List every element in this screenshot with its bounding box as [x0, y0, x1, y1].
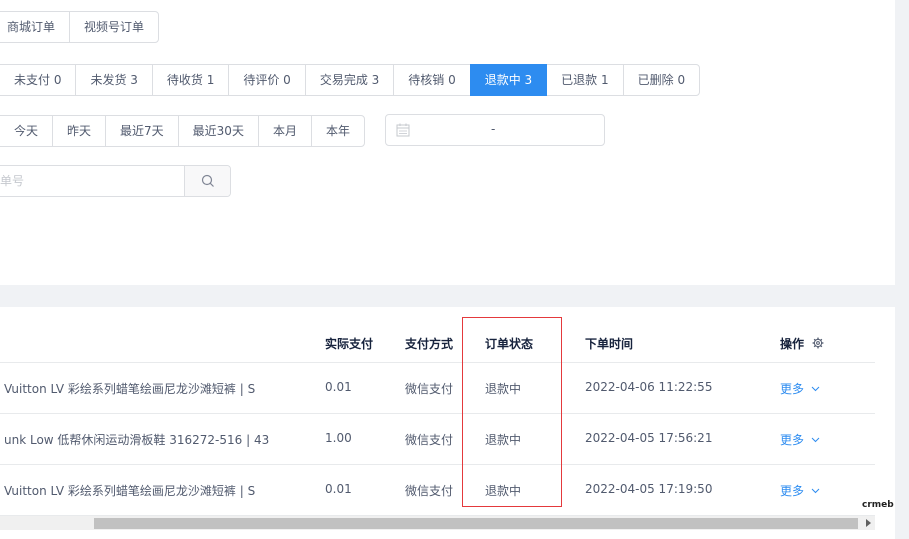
tab-mall-orders[interactable]: 商城订单 [0, 11, 71, 43]
chevron-down-icon [811, 437, 820, 443]
order-time: 2022-04-06 11:22:55 [585, 380, 713, 394]
actual-payment: 1.00 [325, 431, 352, 445]
date-today[interactable]: 今天 [0, 115, 54, 147]
filter-panel: 商城订单 视频号订单 未支付 0 未发货 3 待收货 1 待评价 0 交易完成 … [0, 0, 895, 285]
actual-payment: 0.01 [325, 482, 352, 496]
date-yesterday[interactable]: 昨天 [52, 115, 107, 147]
chevron-down-icon [811, 386, 820, 392]
product-name: Vuitton LV 彩绘系列蜡笔绘画尼龙沙滩短裤 | S [4, 484, 256, 498]
more-actions-dropdown[interactable]: 更多 [780, 380, 820, 397]
order-status: 退款中 [485, 484, 522, 498]
calendar-icon [396, 123, 410, 137]
table-row: Vuitton LV 彩绘系列蜡笔绘画尼龙沙滩短裤 | S 0.01 微信支付 … [0, 363, 875, 414]
order-time: 2022-04-05 17:19:50 [585, 482, 713, 496]
tab-refunded[interactable]: 已退款 1 [546, 64, 624, 96]
tab-unshipped[interactable]: 未发货 3 [75, 64, 153, 96]
header-order-time: 下单时间 [585, 337, 634, 351]
tab-deleted[interactable]: 已删除 0 [622, 64, 701, 96]
crmeb-logo: crmeb [862, 500, 894, 510]
header-actions: 操作 [780, 335, 824, 352]
date-last-30-days[interactable]: 最近30天 [177, 115, 259, 147]
date-this-year[interactable]: 本年 [310, 115, 365, 147]
table-row: Vuitton LV 彩绘系列蜡笔绘画尼龙沙滩短裤 | S 0.01 微信支付 … [0, 465, 875, 516]
tab-to-verify[interactable]: 待核销 0 [393, 64, 471, 96]
tab-to-review[interactable]: 待评价 0 [228, 64, 306, 96]
scrollbar-thumb[interactable] [94, 518, 858, 529]
actual-payment: 0.01 [325, 380, 352, 394]
tab-to-receive[interactable]: 待收货 1 [151, 64, 230, 96]
product-name: unk Low 低帮休闲运动滑板鞋 316272-516 | 43 [4, 433, 270, 447]
date-range-picker[interactable]: - [385, 114, 605, 146]
payment-method: 微信支付 [405, 382, 454, 396]
header-order-status: 订单状态 [485, 337, 534, 351]
date-quick-tabs: 今天 昨天 最近7天 最近30天 本月 本年 [0, 115, 365, 147]
tab-completed[interactable]: 交易完成 3 [304, 64, 395, 96]
chevron-down-icon [811, 488, 820, 494]
order-number-input[interactable] [0, 166, 184, 196]
order-table: 实际支付 支付方式 订单状态 下单时间 操作 Vuitton LV 彩绘系列蜡笔… [0, 325, 875, 516]
search-button[interactable] [184, 166, 230, 196]
date-range-separator: - [491, 122, 496, 136]
order-status-tabs: 未支付 0 未发货 3 待收货 1 待评价 0 交易完成 3 待核销 0 退款中… [0, 64, 701, 96]
table-header: 实际支付 支付方式 订单状态 下单时间 操作 [0, 325, 875, 363]
order-type-tabs: 商城订单 视频号订单 [0, 11, 160, 43]
scroll-right-arrow-icon[interactable] [866, 519, 871, 527]
gear-icon[interactable] [812, 337, 824, 349]
tab-unpaid[interactable]: 未支付 0 [0, 64, 77, 96]
horizontal-scrollbar[interactable] [0, 516, 875, 530]
order-status: 退款中 [485, 382, 522, 396]
order-status: 退款中 [485, 433, 522, 447]
header-payment-method: 支付方式 [405, 337, 454, 351]
more-label: 更多 [780, 433, 805, 447]
header-actual-payment: 实际支付 [325, 337, 374, 351]
more-actions-dropdown[interactable]: 更多 [780, 431, 820, 448]
more-actions-dropdown[interactable]: 更多 [780, 482, 820, 499]
date-this-month[interactable]: 本月 [257, 115, 312, 147]
tab-refunding[interactable]: 退款中 3 [469, 64, 548, 96]
more-label: 更多 [780, 382, 805, 396]
more-label: 更多 [780, 484, 805, 498]
payment-method: 微信支付 [405, 433, 454, 447]
date-last-7-days[interactable]: 最近7天 [105, 115, 179, 147]
search-icon [201, 174, 214, 187]
product-name: Vuitton LV 彩绘系列蜡笔绘画尼龙沙滩短裤 | S [4, 382, 256, 396]
payment-method: 微信支付 [405, 484, 454, 498]
order-search [0, 165, 231, 197]
tab-video-orders[interactable]: 视频号订单 [69, 11, 160, 43]
order-time: 2022-04-05 17:56:21 [585, 431, 713, 445]
table-row: unk Low 低帮休闲运动滑板鞋 316272-516 | 43 1.00 微… [0, 414, 875, 465]
header-actions-label: 操作 [780, 337, 805, 351]
